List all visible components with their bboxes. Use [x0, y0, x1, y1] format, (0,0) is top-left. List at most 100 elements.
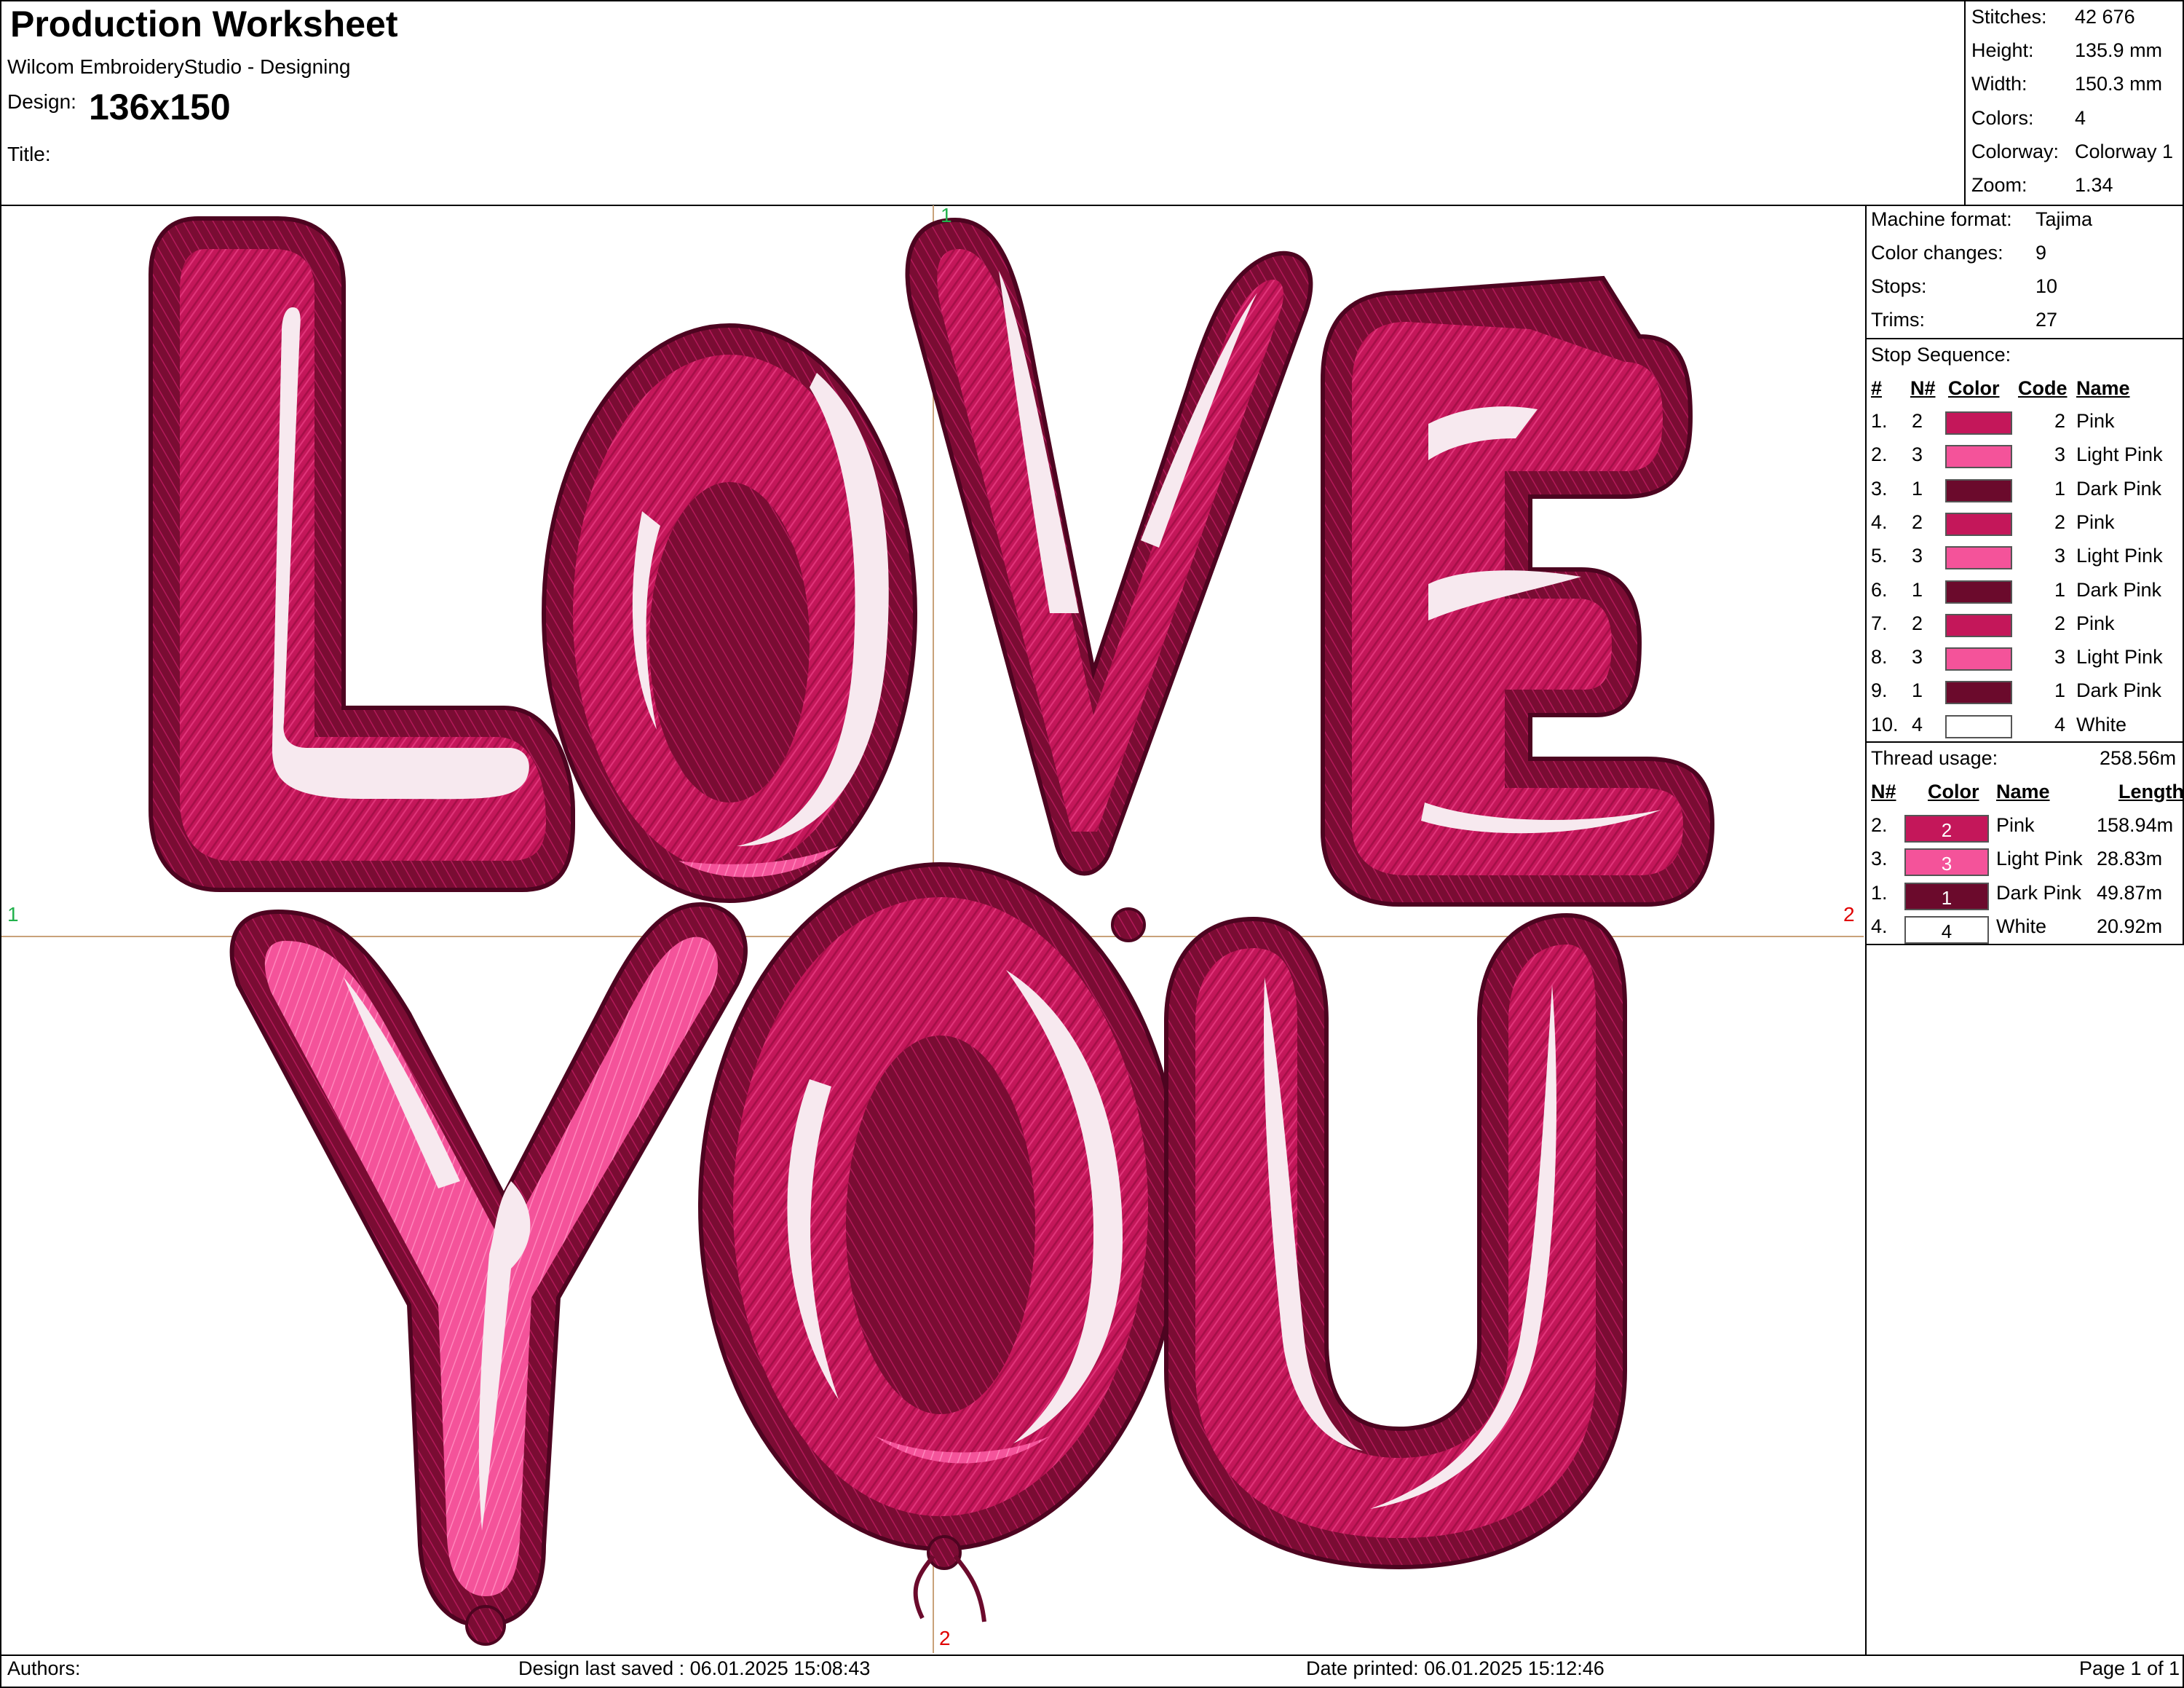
footer-bar: [0, 1655, 2184, 1688]
height-value: 135.9 mm: [2075, 39, 2163, 61]
stop-row-n: 3: [1912, 646, 1923, 669]
thread-row-index: 3.: [1871, 848, 1888, 870]
divider: [1865, 741, 2184, 743]
stop-col-name: Name: [2076, 377, 2130, 399]
thread-usage-total: 258.56m: [2100, 747, 2177, 769]
stitches-label: Stitches:: [1971, 6, 2047, 28]
stop-row-name: Pink: [2076, 510, 2115, 533]
stop-row-swatch: [1945, 613, 2012, 637]
footer-printed: Date printed: 06.01.2025 15:12:46: [1306, 1657, 1605, 1679]
colors-label: Colors:: [1971, 107, 2034, 129]
trims-label: Trims:: [1871, 309, 1925, 331]
thread-col-name: Name: [1996, 781, 2050, 802]
stop-row-n: 3: [1912, 443, 1923, 466]
stop-row-n: 1: [1912, 578, 1923, 601]
letter-e: [1321, 275, 1715, 907]
thread-row-swatch: 4: [1904, 915, 1989, 944]
title-label: Title:: [7, 143, 51, 165]
embroidery-preview: [1, 205, 1864, 1653]
footer-authors: Authors:: [7, 1657, 81, 1679]
stop-row-name: Dark Pink: [2076, 679, 2162, 702]
stop-row-n: 1: [1912, 477, 1923, 500]
stop-row-code: 1: [2054, 578, 2066, 601]
stop-row-name: Dark Pink: [2076, 578, 2162, 601]
thread-row-name: White: [1996, 915, 2047, 937]
footer-saved: Design last saved : 06.01.2025 15:08:43: [518, 1657, 871, 1679]
stop-row-swatch: [1945, 714, 2012, 738]
footer-page: Page 1 of 1: [2079, 1657, 2180, 1679]
color-changes-value: 9: [2035, 242, 2047, 264]
width-value: 150.3 mm: [2075, 73, 2163, 95]
thread-row-swatch: 2: [1904, 815, 1989, 843]
letter-o-bottom: [698, 862, 1183, 1622]
thread-row-length: 158.94m: [2097, 814, 2174, 836]
stop-row-name: Light Pink: [2076, 545, 2163, 567]
stop-row-code: 3: [2054, 443, 2066, 466]
thread-row-index: 2.: [1871, 814, 1888, 836]
stop-row-code: 4: [2054, 713, 2066, 735]
stop-row-n: 2: [1912, 510, 1923, 533]
stop-row-index: 8.: [1871, 646, 1888, 669]
thread-row-name: Dark Pink: [1996, 881, 2082, 904]
stop-row-n: 4: [1912, 713, 1923, 735]
thread-row-name: Pink: [1996, 814, 2035, 836]
stop-row-name: Dark Pink: [2076, 477, 2162, 500]
thread-row-swatch: 3: [1904, 848, 1989, 877]
stop-row-swatch: [1945, 411, 2012, 435]
thread-row-length: 20.92m: [2097, 915, 2163, 937]
stop-row-index: 6.: [1871, 578, 1888, 601]
colorway-value: Colorway 1: [2075, 141, 2174, 162]
design-value: 136x150: [89, 87, 231, 127]
divider: [1865, 338, 2184, 339]
stop-row-swatch: [1945, 512, 2012, 536]
trims-value: 27: [2035, 309, 2058, 331]
stop-row-code: 2: [2054, 510, 2066, 533]
letter-l: [149, 216, 575, 892]
guide-marker-top: 1: [941, 204, 952, 226]
stop-row-name: White: [2076, 713, 2127, 735]
stop-sequence-title: Stop Sequence:: [1871, 344, 2011, 366]
stop-row-index: 7.: [1871, 612, 1888, 634]
width-label: Width:: [1971, 73, 2027, 95]
letter-o-top: [542, 323, 917, 903]
app-name: Wilcom EmbroideryStudio - Designing: [7, 55, 351, 78]
guide-marker-bottom: 2: [939, 1627, 951, 1649]
stop-row-index: 9.: [1871, 679, 1888, 702]
stop-col-color: Color: [1948, 377, 2000, 399]
zoom-value: 1.34: [2075, 174, 2113, 196]
stop-row-name: Light Pink: [2076, 443, 2163, 466]
stop-row-index: 4.: [1871, 510, 1888, 533]
page-title: Production Worksheet: [10, 4, 398, 44]
stop-row-index: 3.: [1871, 477, 1888, 500]
stop-row-swatch: [1945, 681, 2012, 705]
stop-row-swatch: [1945, 478, 2012, 502]
stop-row-code: 3: [2054, 545, 2066, 567]
thread-row-length: 28.83m: [2097, 848, 2163, 870]
machine-format-label: Machine format:: [1871, 208, 2012, 230]
guide-marker-left: 1: [7, 903, 19, 926]
colorway-label: Colorway:: [1971, 141, 2060, 162]
thread-row-length: 49.87m: [2097, 881, 2163, 904]
thread-usage-title: Thread usage:: [1871, 747, 1998, 769]
thread-col-n: N#: [1871, 781, 1896, 802]
stop-row-code: 2: [2054, 612, 2066, 634]
stop-row-index: 5.: [1871, 545, 1888, 567]
thread-row-index: 4.: [1871, 915, 1888, 937]
stop-row-index: 2.: [1871, 443, 1888, 466]
stop-row-code: 2: [2054, 410, 2066, 432]
zoom-label: Zoom:: [1971, 174, 2027, 196]
stitches-value: 42 676: [2075, 6, 2135, 28]
stop-row-name: Pink: [2076, 410, 2115, 432]
stop-row-swatch: [1945, 546, 2012, 570]
thread-col-color: Color: [1928, 781, 1979, 802]
letter-v: [905, 217, 1313, 942]
thread-col-length: Length: [2118, 781, 2184, 802]
stop-row-swatch: [1945, 647, 2012, 671]
stop-col-n: N#: [1910, 377, 1936, 399]
stop-row-swatch: [1945, 580, 2012, 604]
thread-row-name: Light Pink: [1996, 848, 2083, 870]
letter-y: [229, 902, 748, 1646]
stop-row-name: Pink: [2076, 612, 2115, 634]
stop-row-n: 1: [1912, 679, 1923, 702]
stops-label: Stops:: [1871, 275, 1927, 297]
